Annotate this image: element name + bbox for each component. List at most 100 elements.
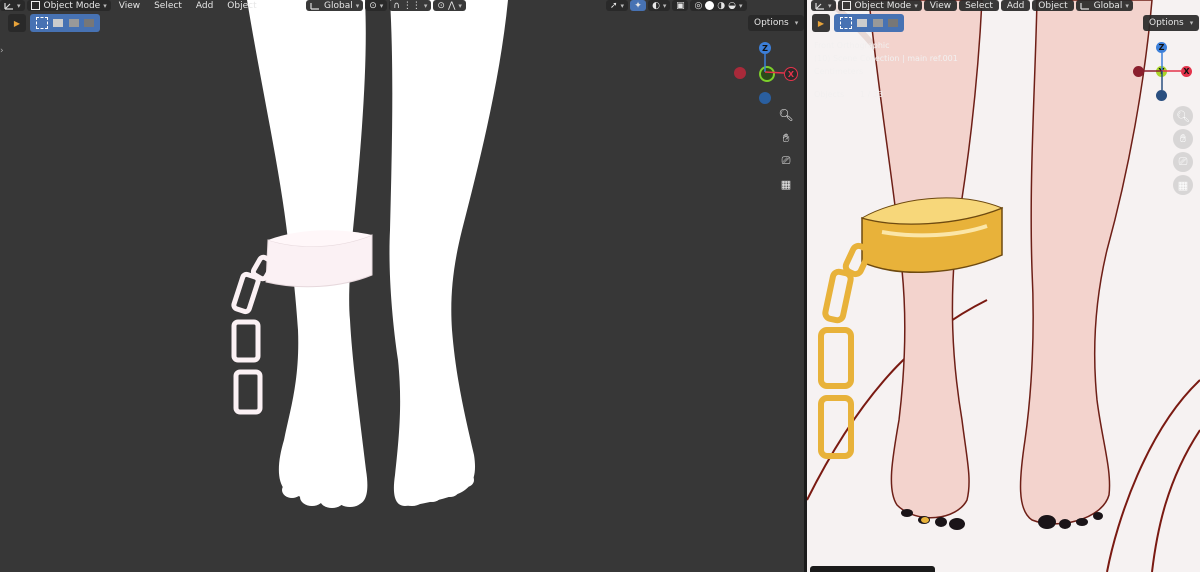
play-arrow-icon: ▶: [13, 18, 21, 28]
options-label: Options: [754, 18, 789, 28]
pivot-point[interactable]: ⊙ ▾: [365, 0, 388, 11]
camera-view-button[interactable]: ⎚: [776, 151, 796, 171]
collection-text: (10) Scene Collection | main ref.001: [814, 54, 958, 63]
rendered-shading-icon: ◒: [728, 0, 737, 11]
orientation-label-right: Global: [1093, 0, 1123, 11]
pivot-icon: ⊙: [369, 0, 377, 11]
ortho-toggle-button[interactable]: ▦: [776, 174, 796, 194]
viewport-header-left: ▾ Object Mode ▾ View Select Add Object: [0, 0, 263, 11]
orientation-axes-icon: [1080, 2, 1089, 10]
select-extend-icon: [857, 19, 868, 27]
scene-silhouette-legs: [231, 0, 508, 508]
menu-add[interactable]: Add: [190, 0, 219, 11]
objects-count: 1 / 33: [860, 90, 884, 99]
orientation-axes-icon: [310, 2, 319, 10]
grid-icon: ▦: [1177, 178, 1189, 192]
axes-editor-icon: [4, 2, 13, 10]
zoom-button[interactable]: 🔍︎: [776, 105, 796, 125]
select-new-icon: [839, 17, 852, 29]
gizmo-lines: [1144, 53, 1181, 90]
menu-view-right[interactable]: View: [923, 0, 958, 11]
mode-label: Object Mode: [43, 0, 101, 11]
pan-button[interactable]: ✋︎: [776, 128, 796, 148]
options-dropdown-right[interactable]: Options ▾: [1143, 15, 1200, 31]
mode-label-right: Object Mode: [854, 0, 912, 11]
ref-gold-toenail: [921, 517, 929, 523]
camera-view-button-right[interactable]: ⎚: [1173, 152, 1193, 172]
menu-object-right[interactable]: Object: [1032, 0, 1074, 11]
select-extend-icon: [53, 19, 64, 27]
grid-icon: ▦: [780, 177, 792, 191]
snap-increment-icon: ⋮⋮: [402, 0, 421, 11]
select-new-icon: [35, 17, 48, 29]
right-leg-shape: [389, 0, 508, 506]
objects-label: Objects: [814, 90, 845, 99]
menu-view[interactable]: View: [113, 0, 146, 11]
bottom-popup-bar: [810, 566, 935, 572]
units-text: Centimeters: [814, 67, 864, 76]
menu-select-right[interactable]: Select: [959, 0, 999, 11]
navigation-gizmo-right[interactable]: Z Y X: [1129, 40, 1199, 105]
camera-icon: ⎚: [1178, 155, 1188, 168]
gizmo-icon: ✦: [634, 0, 642, 11]
object-mode-icon: [30, 1, 40, 10]
select-invert-icon: [888, 19, 899, 27]
navigation-gizmo[interactable]: Z X: [730, 40, 800, 105]
camera-icon: ⎚: [781, 154, 791, 167]
options-label-right: Options: [1149, 18, 1184, 28]
object-mode-icon: [841, 1, 851, 10]
viewport-header-right: ▾ Object Mode ▾ View Select Add Object Gl…: [811, 0, 1133, 11]
gizmo-toggle[interactable]: ✦: [630, 0, 647, 11]
select-invert-icon: [84, 19, 95, 27]
viewport-left[interactable]: ▾ Object Mode ▾ View Select Add Object Gl…: [0, 0, 804, 572]
pan-button-right[interactable]: ✋︎: [1173, 129, 1193, 149]
zoom-icon: 🔍︎: [1176, 109, 1190, 123]
overlay-toggle[interactable]: ◐ ▾: [648, 0, 671, 11]
hand-icon: ✋︎: [1179, 132, 1187, 145]
transform-orientation-right[interactable]: Global ▾: [1075, 0, 1133, 11]
proportional-editing[interactable]: ⊙ ⋀ ▾: [433, 0, 466, 11]
falloff-icon: ⋀: [447, 0, 456, 11]
gizmo-lines: [764, 54, 785, 74]
proportional-edit-icon: ⊙: [437, 0, 445, 11]
menu-add-right[interactable]: Add: [1000, 0, 1031, 11]
magnet-icon: ∩: [393, 0, 400, 11]
toolbar-toggle-right[interactable]: ▶: [812, 14, 830, 32]
menu-object[interactable]: Object: [221, 0, 262, 11]
viewport-right[interactable]: ▾ Object Mode ▾ View Select Add Object Gl…: [807, 0, 1200, 572]
zoom-icon: 🔍︎: [778, 108, 794, 122]
mode-selector[interactable]: Object Mode ▾: [26, 0, 111, 11]
select-subtract-icon: [68, 19, 79, 27]
wireframe-shading-icon: ◎: [694, 0, 703, 11]
overlay-icon: ◐: [652, 0, 660, 11]
axes-editor-icon: [815, 2, 824, 10]
ortho-toggle-button-right[interactable]: ▦: [1173, 175, 1193, 195]
orientation-label: Global: [324, 0, 353, 11]
transform-orientation[interactable]: Global ▾: [306, 0, 364, 11]
select-subtract-icon: [872, 19, 883, 27]
xray-icon: ▣: [676, 0, 685, 11]
options-dropdown[interactable]: Options ▾: [748, 15, 804, 31]
editor-type-menu-right[interactable]: ▾: [811, 0, 836, 11]
transform-controls-left: Global ▾ ⊙ ▾ ∩ ⋮⋮ ▾ ⊙ ⋀ ▾: [306, 0, 466, 11]
menu-select[interactable]: Select: [148, 0, 188, 11]
selection-mode-group-right[interactable]: [834, 14, 904, 32]
visibility-filter[interactable]: ➚ ▾: [606, 0, 629, 11]
snapping[interactable]: ∩ ⋮⋮ ▾: [389, 0, 432, 11]
shading-modes[interactable]: ◎ ◑ ◒ ▾: [690, 0, 747, 11]
mode-selector-right[interactable]: Object Mode ▾: [837, 0, 922, 11]
viewport-shading-left: ➚ ▾ ✦ ◐ ▾ ▣ ◎ ◑ ◒ ▾: [606, 0, 747, 11]
view-name-text: Front Orthographic: [814, 41, 890, 50]
tool-row-right: ▶: [812, 13, 904, 33]
zoom-button-right[interactable]: 🔍︎: [1173, 106, 1193, 126]
selection-mode-group[interactable]: [30, 14, 100, 32]
panel-expand-icon[interactable]: ›: [0, 46, 4, 56]
hand-icon: ✋︎: [782, 130, 790, 145]
xray-toggle[interactable]: ▣: [672, 0, 689, 11]
selectability-icon: ➚: [610, 0, 618, 11]
play-arrow-icon: ▶: [817, 18, 825, 28]
editor-type-menu[interactable]: ▾: [0, 0, 25, 11]
solid-shading-icon: [705, 1, 715, 10]
toolbar-toggle[interactable]: ▶: [8, 14, 26, 32]
tool-row-left: ▶: [8, 13, 100, 33]
